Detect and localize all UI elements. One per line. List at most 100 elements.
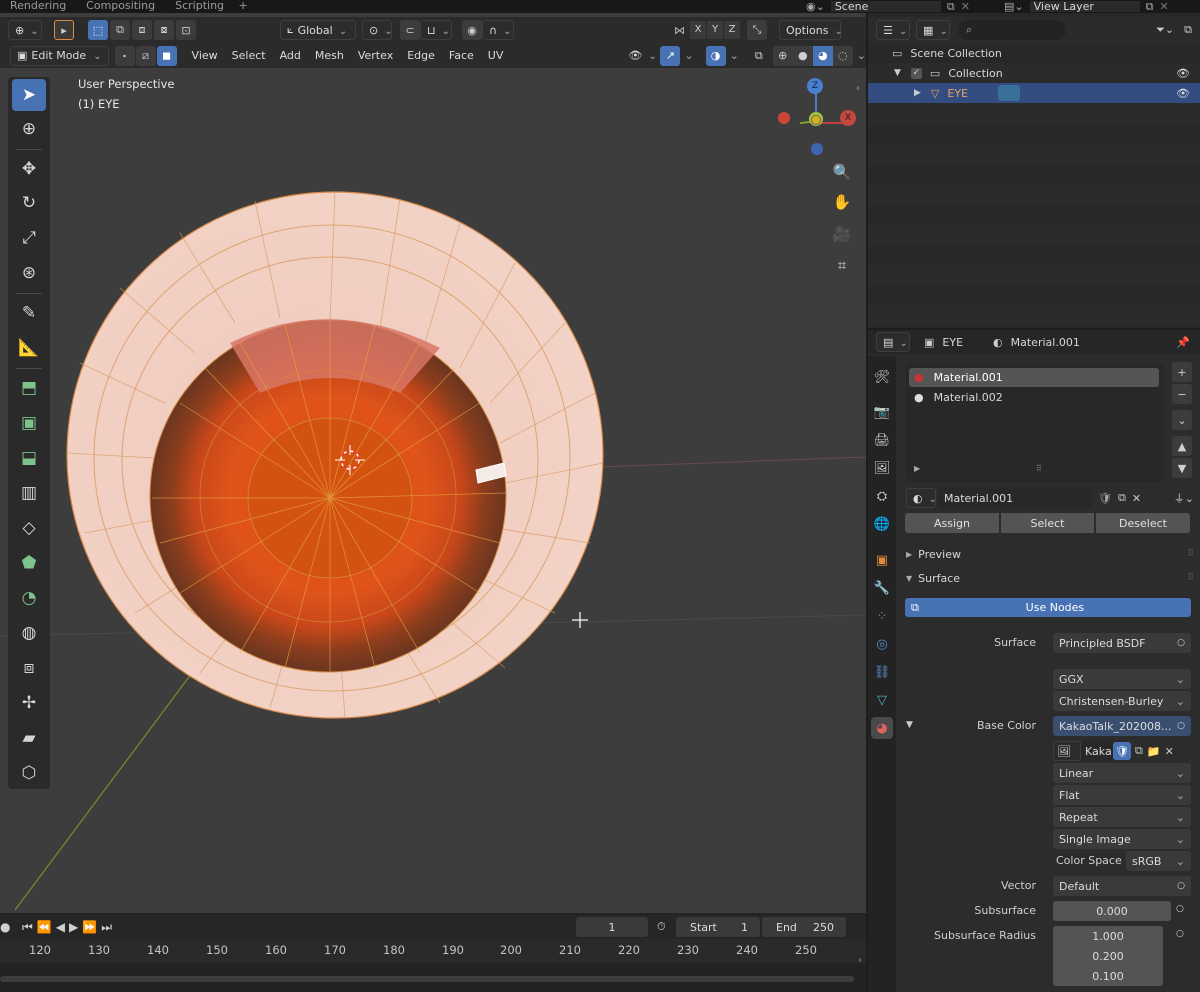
select-tool-icon[interactable]: ▸ — [54, 20, 74, 40]
socket-dot-icon[interactable]: ○ — [1176, 929, 1184, 939]
select-extend-icon[interactable]: ⧉ — [110, 20, 130, 40]
proportional-edit-icon[interactable]: ◉ — [462, 20, 482, 40]
projection-dropdown[interactable]: Flat ⌄ — [1053, 785, 1191, 805]
editor-type-dropdown[interactable]: ⊕ — [8, 20, 42, 40]
solid-shading-icon[interactable]: ● — [792, 45, 813, 66]
view-layer-selector[interactable]: ▤⌄ View Layer ⧉ ✕ — [1004, 0, 1169, 13]
pivot-point-dropdown[interactable]: ⊙ — [362, 20, 392, 40]
falloff-dropdown[interactable]: ∩ — [482, 20, 514, 40]
physics-tab-icon[interactable]: ◎ — [871, 633, 893, 655]
gizmo-dropdown-icon[interactable]: ⌄ — [684, 49, 693, 62]
spin-tool-icon[interactable]: ◔ — [12, 582, 46, 614]
source-dropdown[interactable]: Single Image ⌄ — [1053, 829, 1191, 849]
remove-slot-icon[interactable]: − — [1172, 384, 1192, 404]
slot-specials-icon[interactable]: ⌄ — [1172, 410, 1192, 430]
move-slot-up-icon[interactable]: ▲ — [1172, 436, 1192, 456]
menu-add[interactable]: Add — [273, 46, 308, 66]
select-intersect-icon[interactable]: ⊡ — [176, 20, 196, 40]
add-workspace-button[interactable]: + — [234, 0, 252, 13]
record-icon[interactable]: ● — [0, 920, 10, 934]
jump-end-icon[interactable]: ⏭ — [101, 920, 112, 935]
subsurface-method-dropdown[interactable]: Christensen-Burley ⌄ — [1053, 691, 1191, 711]
material-tab-icon[interactable]: ◕ — [871, 717, 893, 739]
bevel-tool-icon[interactable]: ⬓ — [12, 442, 46, 474]
inset-tool-icon[interactable]: ▣ — [12, 407, 46, 439]
panel-drag-icon[interactable]: ⠿ — [1187, 573, 1194, 583]
extrude-tool-icon[interactable]: ⬒ — [12, 372, 46, 404]
select-button[interactable]: Select — [1001, 513, 1094, 533]
current-frame-field[interactable]: 1 — [576, 917, 648, 937]
mesh-data-icon[interactable] — [998, 85, 1021, 101]
assign-button[interactable]: Assign — [905, 513, 999, 533]
mirror-z-toggle[interactable]: Z — [724, 21, 740, 39]
zoom-icon[interactable]: 🔍 — [830, 160, 854, 184]
extension-dropdown[interactable]: Repeat ⌄ — [1053, 807, 1191, 827]
material-slot-row[interactable]: ● Material.001 — [909, 368, 1159, 387]
gizmo-z-axis[interactable]: Z — [807, 78, 823, 94]
particles-tab-icon[interactable]: ⁘ — [871, 605, 893, 627]
display-mode-dropdown[interactable]: ▦ — [916, 20, 950, 40]
view-layer-tab-icon[interactable]: 🖼 — [871, 457, 893, 479]
sidebar-toggle-icon[interactable]: ‹ — [856, 83, 860, 94]
scene-selector[interactable]: ◉⌄ Scene ⧉ ✕ — [806, 0, 970, 13]
annotate-tool-icon[interactable]: ✎ — [12, 297, 46, 329]
gizmo-x-axis[interactable]: X — [840, 110, 856, 126]
object-tab-icon[interactable]: ▣ — [871, 549, 893, 571]
select-box-tool-icon[interactable]: ➤ — [12, 79, 46, 111]
select-new-icon[interactable]: ⬚ — [88, 20, 108, 40]
navigation-gizmo[interactable]: Z X — [770, 75, 866, 175]
edge-select-icon[interactable]: ⧄ — [135, 45, 156, 66]
visibility-eye-icon[interactable]: 👁 — [1176, 67, 1190, 80]
material-name-field[interactable]: Material.001 — [938, 488, 1092, 508]
end-frame-field[interactable]: End 250 — [762, 917, 846, 937]
timeline-ruler[interactable]: 120 130 140 150 160 170 180 190 200 210 … — [0, 939, 866, 963]
mirror-y-toggle[interactable]: Y — [707, 21, 723, 39]
menu-vertex[interactable]: Vertex — [351, 46, 400, 66]
rip-region-tool-icon[interactable]: ⬡ — [12, 757, 46, 789]
unlink-image-icon[interactable]: ✕ — [1165, 745, 1174, 758]
menu-view[interactable]: View — [185, 46, 225, 66]
browse-image-dropdown[interactable]: 🖼 — [1053, 741, 1081, 761]
camera-icon[interactable]: 🎥 — [830, 222, 854, 246]
move-tool-icon[interactable]: ✥ — [12, 153, 46, 185]
output-tab-icon[interactable]: 🖨 — [871, 429, 893, 451]
properties-editor-type-dropdown[interactable]: ▤ — [876, 332, 910, 352]
mirror-icon[interactable]: ⋈ — [674, 24, 690, 37]
list-resize-handle[interactable]: ⠿ — [1036, 464, 1042, 473]
material-shading-icon[interactable]: ◕ — [812, 45, 833, 66]
wireframe-shading-icon[interactable]: ⊕ — [772, 45, 793, 66]
use-nodes-button[interactable]: ⧉ Use Nodes — [905, 598, 1191, 617]
duplicate-material-icon[interactable]: ⧉ — [1118, 491, 1126, 505]
tool-tab-icon[interactable]: 🛠 — [871, 366, 893, 388]
mirror-x-toggle[interactable]: X — [690, 21, 706, 39]
smooth-tool-icon[interactable]: ◍ — [12, 617, 46, 649]
select-subtract-icon[interactable]: ⧈ — [132, 20, 152, 40]
play-reverse-icon[interactable]: ◀ — [56, 920, 65, 934]
jump-keyframe-forward-icon[interactable]: ⏩ — [82, 920, 97, 934]
visibility-dropdown[interactable]: 👁 — [622, 46, 656, 66]
expand-arrow-icon[interactable]: ▼ — [894, 68, 901, 78]
start-frame-field[interactable]: Start 1 — [676, 917, 760, 937]
subsurface-field[interactable]: 0.000 — [1053, 901, 1171, 921]
render-tab-icon[interactable]: 📷 — [871, 401, 893, 423]
gizmo-neg-x-axis[interactable] — [778, 112, 790, 124]
copy-scene-icon[interactable]: ⧉ — [947, 0, 955, 14]
mode-dropdown[interactable]: ▣ Edit Mode — [10, 45, 109, 66]
edge-slide-tool-icon[interactable]: ⧈ — [12, 652, 46, 684]
menu-mesh[interactable]: Mesh — [308, 46, 351, 66]
fake-user-icon[interactable]: 🛡 — [1098, 492, 1112, 505]
copy-view-layer-icon[interactable]: ⧉ — [1146, 0, 1154, 14]
color-space-dropdown[interactable]: sRGB ⌄ — [1126, 851, 1191, 871]
topology-mirror-icon[interactable]: ⤡ — [747, 20, 767, 40]
preview-panel-header[interactable]: ▶ Preview ⠿ — [906, 544, 1194, 564]
rotate-tool-icon[interactable]: ↻ — [12, 187, 46, 219]
interpolation-dropdown[interactable]: Linear ⌄ — [1053, 763, 1191, 783]
duplicate-image-icon[interactable]: ⧉ — [1135, 744, 1143, 758]
jump-keyframe-back-icon[interactable]: ⏪ — [37, 920, 52, 934]
outliner-row-eye-object[interactable]: ▶ ▽ EYE 👁 — [868, 83, 1200, 103]
stopwatch-icon[interactable]: ⏱ — [657, 920, 666, 934]
options-dropdown[interactable]: Options — [779, 20, 841, 40]
open-image-icon[interactable]: 📁 — [1147, 745, 1161, 758]
timeline-collapse-icon[interactable]: ‹ — [858, 955, 862, 966]
mesh-data-tab-icon[interactable]: ▽ — [871, 689, 893, 711]
